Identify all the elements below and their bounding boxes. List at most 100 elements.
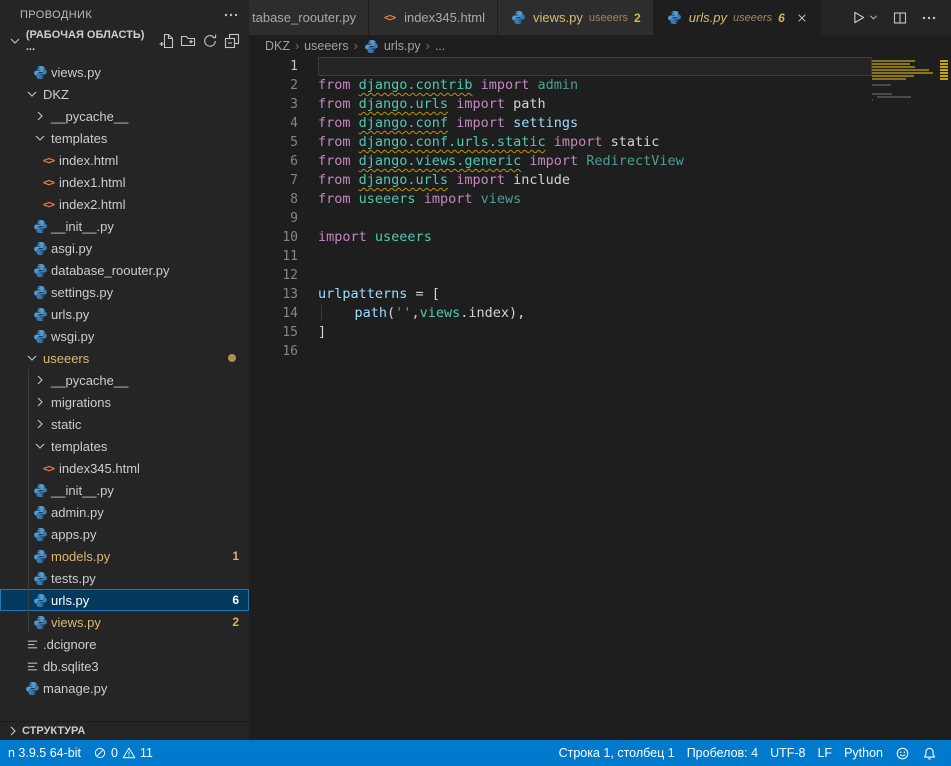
code-line-8[interactable]: 8from useeers import views xyxy=(249,190,872,209)
code-line-5[interactable]: 5from django.conf.urls.static import sta… xyxy=(249,133,872,152)
line-content: urlpatterns = [ xyxy=(318,285,872,304)
token: useeers xyxy=(359,191,416,207)
tab-tabase_roouter.py[interactable]: tabase_roouter.py xyxy=(249,0,369,35)
minimap-line xyxy=(872,81,937,83)
minimap[interactable] xyxy=(872,57,937,740)
line-content: from useeers import views xyxy=(318,190,872,209)
token: static xyxy=(611,134,660,150)
split-editor-button[interactable] xyxy=(892,10,908,26)
code-line-12[interactable]: 12 xyxy=(249,266,872,285)
tree-item-label: admin.py xyxy=(51,505,104,520)
tree-item-models.py[interactable]: models.py1 xyxy=(0,545,249,567)
refresh-icon[interactable] xyxy=(199,31,221,51)
code-line-15[interactable]: 15] xyxy=(249,323,872,342)
tree-item-static[interactable]: static xyxy=(0,413,249,435)
minimap-bar xyxy=(872,63,910,65)
chevron-right-icon xyxy=(4,723,22,739)
tree-item-urls.py[interactable]: urls.py xyxy=(0,303,249,325)
tree-item-migrations[interactable]: migrations xyxy=(0,391,249,413)
code-line-1[interactable]: 1 xyxy=(249,57,872,76)
tree-item-urls.py[interactable]: urls.py6 xyxy=(0,589,249,611)
tree-item-index2.html[interactable]: <>index2.html xyxy=(0,193,249,215)
tree-item-templates[interactable]: templates xyxy=(0,435,249,457)
problems-badge: 1 xyxy=(232,549,239,563)
new-folder-icon[interactable] xyxy=(178,31,200,51)
tree-item-settings.py[interactable]: settings.py xyxy=(0,281,249,303)
tree-item-database_roouter.py[interactable]: database_roouter.py xyxy=(0,259,249,281)
line-number: 1 xyxy=(249,57,298,76)
tree-item-manage.py[interactable]: manage.py xyxy=(0,677,249,699)
status-right: Строка 1, столбец 1 Пробелов: 4 UTF-8 LF… xyxy=(553,740,951,766)
tree-item-views.py[interactable]: views.py xyxy=(0,61,249,83)
collapse-all-icon[interactable] xyxy=(221,31,243,51)
tree-item-db.sqlite3[interactable]: db.sqlite3 xyxy=(0,655,249,677)
line-content: import useeers xyxy=(318,228,872,247)
tab-views.py[interactable]: views.pyuseeers2 xyxy=(498,0,654,35)
minimap-bar xyxy=(872,60,915,62)
code-line-7[interactable]: 7from django.urls import include xyxy=(249,171,872,190)
tab-index345.html[interactable]: <>index345.html xyxy=(369,0,498,35)
code-line-13[interactable]: 13urlpatterns = [ xyxy=(249,285,872,304)
tree-item-templates[interactable]: templates xyxy=(0,127,249,149)
encoding-setting[interactable]: UTF-8 xyxy=(764,740,811,766)
tree-item-admin.py[interactable]: admin.py xyxy=(0,501,249,523)
tree-item-__pycache__[interactable]: __pycache__ xyxy=(0,105,249,127)
tab-problems-badge: 2 xyxy=(634,11,641,25)
explorer-more-actions-icon[interactable] xyxy=(223,7,239,23)
python-file-icon xyxy=(666,10,683,26)
token: = [ xyxy=(407,286,440,302)
notifications-bell-icon[interactable] xyxy=(916,740,943,766)
tree-item-__pycache__[interactable]: __pycache__ xyxy=(0,369,249,391)
code-line-4[interactable]: 4from django.conf import settings xyxy=(249,114,872,133)
problems-badge: 6 xyxy=(232,593,239,607)
tree-item-index1.html[interactable]: <>index1.html xyxy=(0,171,249,193)
tree-item-apps.py[interactable]: apps.py xyxy=(0,523,249,545)
overview-ruler[interactable] xyxy=(937,57,951,740)
eol-setting[interactable]: LF xyxy=(811,740,838,766)
play-icon xyxy=(849,9,866,26)
breadcrumb-item-useeers[interactable]: useeers xyxy=(304,39,348,53)
tree-item-wsgi.py[interactable]: wsgi.py xyxy=(0,325,249,347)
code-line-11[interactable]: 11 xyxy=(249,247,872,266)
tree-item-useeers[interactable]: useeers xyxy=(0,347,249,369)
code-line-2[interactable]: 2from django.contrib import admin xyxy=(249,76,872,95)
code-line-10[interactable]: 10import useeers xyxy=(249,228,872,247)
code-line-6[interactable]: 6from django.views.generic import Redire… xyxy=(249,152,872,171)
tree-item-index345.html[interactable]: <>index345.html xyxy=(0,457,249,479)
tree-item-asgi.py[interactable]: asgi.py xyxy=(0,237,249,259)
tree-item-label: urls.py xyxy=(51,307,89,322)
token: include xyxy=(513,172,570,188)
conf-file-icon xyxy=(24,658,41,674)
problems-indicator[interactable]: 0 11 xyxy=(87,740,159,766)
tree-item-.dcignore[interactable]: .dcignore xyxy=(0,633,249,655)
code-line-3[interactable]: 3from django.urls import path xyxy=(249,95,872,114)
code-editor[interactable]: 12from django.contrib import admin3from … xyxy=(249,57,872,740)
line-number: 16 xyxy=(249,342,298,361)
tree-item-tests.py[interactable]: tests.py xyxy=(0,567,249,589)
breadcrumb-item-...[interactable]: ... xyxy=(435,39,445,53)
warning-mark xyxy=(940,63,948,65)
chevron-down-icon[interactable] xyxy=(868,12,879,23)
tree-item-views.py[interactable]: views.py2 xyxy=(0,611,249,633)
tab-urls.py[interactable]: urls.pyuseeers6 xyxy=(654,0,821,35)
tree-item-index.html[interactable]: <>index.html xyxy=(0,149,249,171)
breadcrumb-item-urls.py[interactable]: urls.py xyxy=(363,38,421,54)
close-icon[interactable] xyxy=(795,11,809,25)
run-python-file-button[interactable] xyxy=(849,9,879,26)
python-interpreter-version[interactable]: n 3.9.5 64-bit xyxy=(2,740,87,766)
tree-item-__init__.py[interactable]: __init__.py xyxy=(0,479,249,501)
more-actions-button[interactable] xyxy=(921,10,937,26)
code-line-16[interactable]: 16 xyxy=(249,342,872,361)
cursor-position[interactable]: Строка 1, столбец 1 xyxy=(553,740,681,766)
outline-section-header[interactable]: СТРУКТУРА xyxy=(0,721,249,740)
feedback-smiley-icon[interactable] xyxy=(889,740,916,766)
breadcrumb-item-DKZ[interactable]: DKZ xyxy=(265,39,290,53)
code-line-9[interactable]: 9 xyxy=(249,209,872,228)
indentation-setting[interactable]: Пробелов: 4 xyxy=(681,740,764,766)
tree-item-__init__.py[interactable]: __init__.py xyxy=(0,215,249,237)
new-file-icon[interactable] xyxy=(156,31,178,51)
tree-item-DKZ[interactable]: DKZ xyxy=(0,83,249,105)
language-mode[interactable]: Python xyxy=(838,740,889,766)
workspace-section-header[interactable]: (РАБОЧАЯ ОБЛАСТЬ) ... xyxy=(0,30,249,52)
code-line-14[interactable]: 14 path('',views.index), xyxy=(249,304,872,323)
